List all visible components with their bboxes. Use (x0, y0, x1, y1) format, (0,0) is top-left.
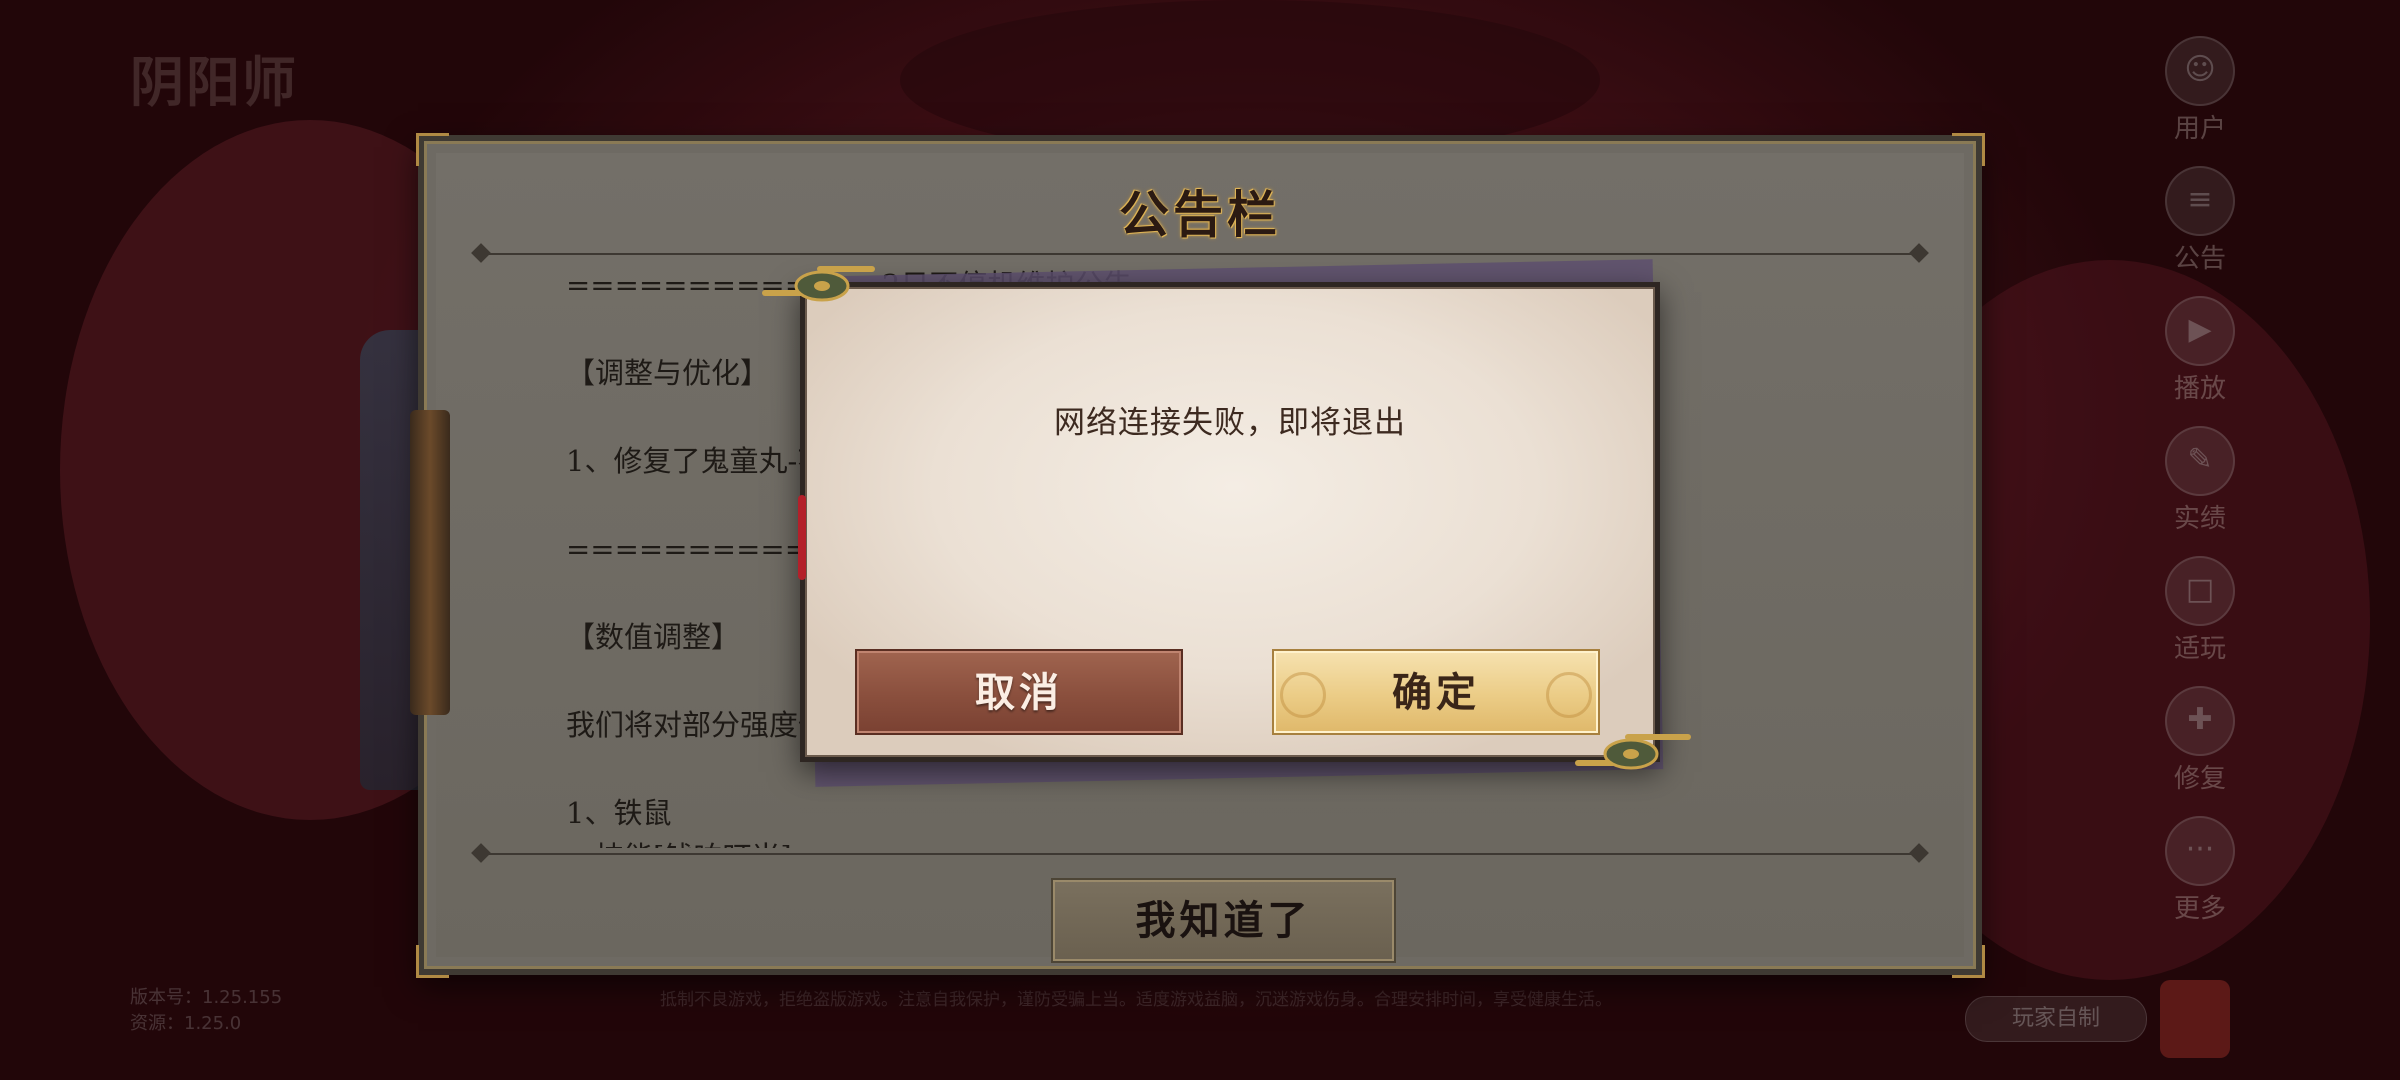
dialog-message: 网络连接失败，即将退出 (1054, 405, 1406, 441)
cloud-ornament-icon (1575, 734, 1691, 770)
corner-ornament-icon (1952, 133, 1985, 166)
game-screen: 阴阳师 ☺ 用户 ≡ 公告 ▶ 播放 ✎ 实绩 □ 适玩 ✚ 修复 ··· 更多 (0, 0, 2400, 1080)
corner-ornament-icon (1952, 945, 1985, 978)
notice-line: 1、铁鼠 (566, 796, 672, 830)
notice-line: 一技能[钱响叮当] (566, 835, 1816, 848)
divider (481, 253, 1919, 255)
confirm-button-label: 确定 (1392, 669, 1480, 716)
scroll-rod-icon (410, 410, 450, 715)
red-cord-icon (798, 495, 806, 580)
corner-ornament-icon (416, 133, 449, 166)
divider (481, 853, 1919, 855)
cancel-button-label: 取消 (975, 669, 1063, 716)
confirm-button[interactable]: 确定 (1272, 649, 1600, 735)
cloud-ornament-icon (762, 266, 875, 302)
board-title: 公告栏 (1119, 185, 1281, 244)
network-error-dialog: 网络连接失败，即将退出 取消 确定 (800, 282, 1660, 762)
acknowledge-button[interactable]: 我知道了 (1051, 878, 1396, 963)
corner-ornament-icon (416, 945, 449, 978)
swirl-ornament-icon (1546, 672, 1592, 718)
swirl-ornament-icon (1280, 672, 1326, 718)
cancel-button[interactable]: 取消 (855, 649, 1183, 735)
